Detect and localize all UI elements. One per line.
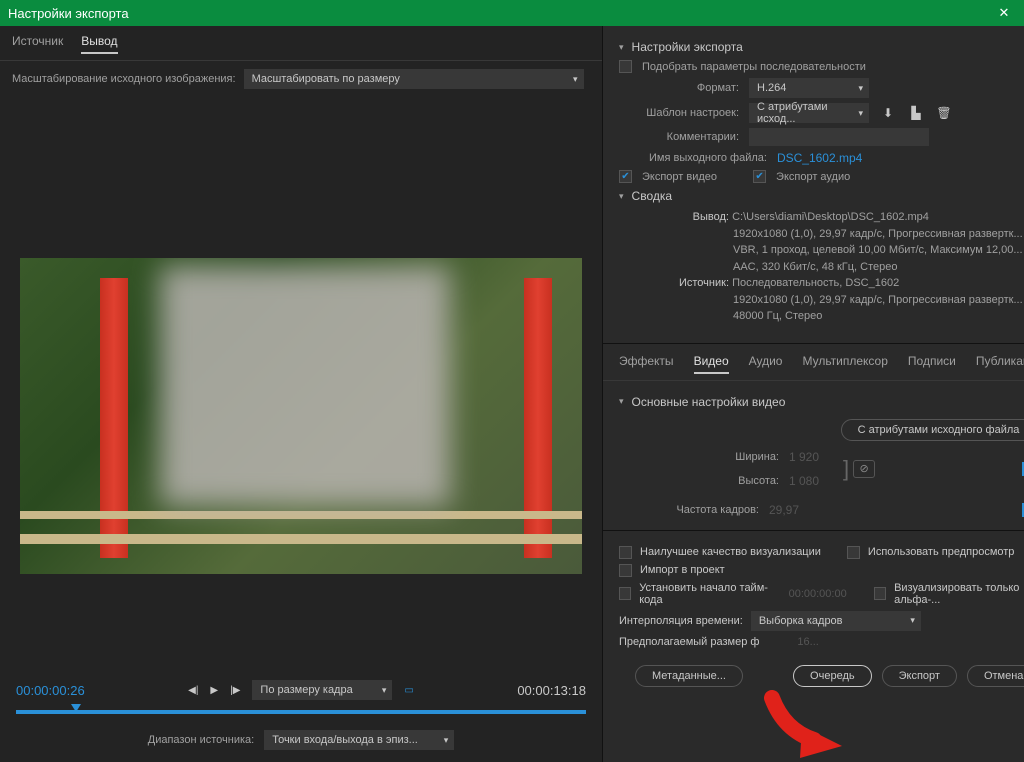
interp-dropdown[interactable]: Выборка кадров (751, 611, 921, 631)
cancel-button[interactable]: Отмена (967, 665, 1024, 687)
video-basic-header[interactable]: ▾ Основные настройки видео (619, 395, 1024, 409)
alpha-checkbox[interactable] (874, 587, 886, 600)
link-icon[interactable]: ⊘ (853, 460, 875, 478)
timecode-in[interactable]: 00:00:00:26 (16, 683, 85, 698)
est-size-value: 16... (797, 636, 818, 648)
rtab-captions[interactable]: Подписи (908, 354, 956, 374)
rtab-mux[interactable]: Мультиплексор (802, 354, 887, 374)
aspect-icon[interactable]: ▭ (404, 685, 413, 696)
save-preset-icon[interactable]: ⬇ (879, 104, 897, 122)
est-size-label: Предполагаемый размер ф (619, 636, 759, 648)
export-audio-label: Экспорт аудио (776, 171, 850, 183)
rtab-video[interactable]: Видео (694, 354, 729, 374)
rtab-effects[interactable]: Эффекты (619, 354, 674, 374)
rtab-publish[interactable]: Публикац (976, 354, 1024, 374)
preview-frame (20, 258, 582, 574)
output-filename-link[interactable]: DSC_1602.mp4 (777, 151, 862, 165)
fps-label: Частота кадров: (659, 504, 759, 516)
import-label: Импорт в проект (640, 564, 725, 576)
chevron-down-icon: ▾ (619, 191, 624, 202)
preset-dropdown[interactable]: С атрибутами исход... (749, 103, 869, 123)
queue-button[interactable]: Очередь (793, 665, 872, 687)
window-title: Настройки экспорта (8, 6, 129, 21)
title-bar: Настройки экспорта ✕ (0, 0, 1024, 26)
best-quality-label: Наилучшее качество визуализации (640, 546, 821, 558)
import-checkbox[interactable] (619, 564, 632, 577)
preset-label: Шаблон настроек: (619, 107, 739, 119)
chevron-down-icon: ▾ (619, 396, 624, 407)
tab-output[interactable]: Вывод (81, 34, 117, 54)
next-frame-icon[interactable]: |▶ (230, 685, 240, 696)
set-tc-value: 00:00:00:00 (789, 588, 847, 600)
fps-value[interactable]: 29,97 (769, 503, 849, 517)
timecode-out: 00:00:13:18 (517, 683, 586, 698)
summary-output: Вывод: C:\Users\diami\Desktop\DSC_1602.m… (671, 209, 1024, 275)
height-value[interactable]: 1 080 (789, 474, 839, 488)
right-panel: ▾ Настройки экспорта Подобрать параметры… (603, 26, 1024, 762)
fit-dropdown[interactable]: По размеру кадра (252, 680, 392, 700)
use-preview-checkbox[interactable] (847, 546, 860, 559)
height-label: Высота: (679, 475, 779, 487)
export-audio-checkbox[interactable] (753, 170, 766, 183)
scale-label: Масштабирование исходного изображения: (12, 73, 236, 85)
match-source-button[interactable]: С атрибутами исходного файла (841, 419, 1024, 441)
match-sequence-checkbox[interactable] (619, 60, 632, 73)
alpha-label: Визуализировать только альфа-... (894, 582, 1024, 606)
source-range-label: Диапазон источника: (148, 734, 254, 746)
preview-area (0, 97, 602, 674)
export-video-checkbox[interactable] (619, 170, 632, 183)
import-preset-icon[interactable]: ▙ (907, 104, 925, 122)
delete-preset-icon[interactable]: 🗑 (935, 104, 953, 122)
set-tc-label: Установить начало тайм-кода (639, 582, 780, 606)
play-icon[interactable]: ▶ (210, 685, 218, 696)
width-label: Ширина: (679, 451, 779, 463)
rtab-audio[interactable]: Аудио (749, 354, 783, 374)
summary-header[interactable]: ▾ Сводка (619, 189, 1024, 203)
scale-dropdown[interactable]: Масштабировать по размеру (244, 69, 584, 89)
close-icon[interactable]: ✕ (992, 5, 1016, 21)
comments-input[interactable] (749, 128, 929, 146)
format-label: Формат: (619, 82, 739, 94)
width-value[interactable]: 1 920 (789, 450, 839, 464)
source-range-dropdown[interactable]: Точки входа/выхода в эпиз... (264, 730, 454, 750)
format-dropdown[interactable]: H.264 (749, 78, 869, 98)
comments-label: Комментарии: (619, 131, 739, 143)
prev-frame-icon[interactable]: ◀| (188, 685, 198, 696)
output-name-label: Имя выходного файла: (649, 152, 767, 164)
chevron-down-icon: ▾ (619, 42, 624, 53)
use-preview-label: Использовать предпросмотр (868, 546, 1015, 558)
interp-label: Интерполяция времени: (619, 615, 743, 627)
summary-source: Источник: Последовательность, DSC_1602 1… (671, 275, 1024, 325)
export-settings-header[interactable]: ▾ Настройки экспорта (619, 40, 1024, 54)
best-quality-checkbox[interactable] (619, 546, 632, 559)
metadata-button[interactable]: Метаданные... (635, 665, 743, 687)
tab-source[interactable]: Источник (12, 34, 63, 54)
set-tc-checkbox[interactable] (619, 587, 631, 600)
export-button[interactable]: Экспорт (882, 665, 957, 687)
match-sequence-label: Подобрать параметры последовательности (642, 61, 866, 73)
export-video-label: Экспорт видео (642, 171, 717, 183)
playhead-icon[interactable] (71, 704, 81, 712)
left-panel: Источник Вывод Масштабирование исходного… (0, 26, 603, 762)
timeline-slider[interactable] (16, 710, 586, 714)
